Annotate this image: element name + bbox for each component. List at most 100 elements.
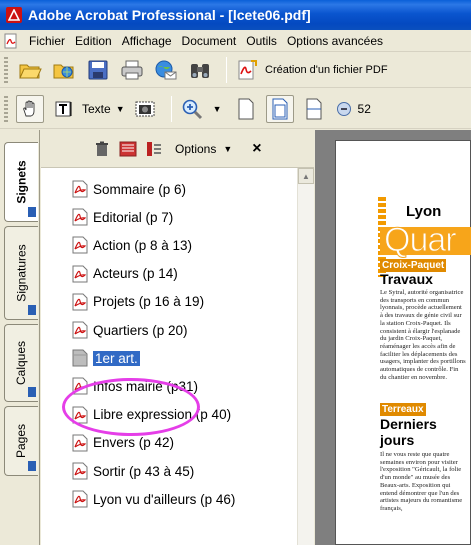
pdf-bookmark-icon bbox=[71, 293, 89, 311]
bookmarks-panel: Options ▼ × Sommaire (p 6) Editorial (p 7… bbox=[41, 130, 314, 545]
save-icon[interactable] bbox=[84, 56, 112, 84]
pdf-page[interactable]: Lyon Quar Croix-Paquet Travaux Le Sytral… bbox=[335, 140, 471, 545]
menu-options-avancees[interactable]: Options avancées bbox=[282, 34, 388, 48]
bookmark-label: Lyon vu d'ailleurs (p 46) bbox=[93, 491, 236, 507]
page-title-small: Lyon bbox=[406, 203, 442, 220]
pdf-bookmark-icon bbox=[71, 321, 89, 339]
bookmark-item[interactable]: Projets (p 16 à 19) bbox=[71, 291, 204, 313]
bookmark-item[interactable]: Sommaire (p 6) bbox=[71, 178, 186, 200]
bookmark-item[interactable]: Action (p 8 à 13) bbox=[71, 234, 192, 256]
bookmark-item[interactable]: Lyon vu d'ailleurs (p 46) bbox=[71, 488, 235, 510]
bookmark-label: Editorial (p 7) bbox=[93, 209, 174, 225]
tab-signets-label: Signets bbox=[14, 160, 29, 204]
texte-label: Texte bbox=[82, 101, 111, 116]
bookmark-item[interactable]: Sortir (p 43 à 45) bbox=[71, 460, 194, 482]
hand-icon bbox=[23, 100, 35, 116]
tools-toolbar: Texte ▼ ▼ 52 bbox=[0, 89, 471, 129]
tab-calques-marker bbox=[28, 387, 36, 397]
pdf-bookmark-icon bbox=[71, 490, 89, 508]
open-folder-icon[interactable] bbox=[16, 56, 44, 84]
file-toolbar: Création d'un fichier PDF bbox=[0, 52, 471, 88]
toolbar-grip[interactable] bbox=[4, 95, 8, 122]
bookmark-label: Quartiers (p 20) bbox=[93, 322, 188, 338]
menu-edition[interactable]: Edition bbox=[70, 34, 117, 48]
menu-outils[interactable]: Outils bbox=[241, 34, 282, 48]
close-icon[interactable]: × bbox=[252, 140, 261, 158]
chevron-down-icon: ▼ bbox=[223, 143, 233, 154]
pdf-bookmark-icon bbox=[71, 462, 89, 480]
toolbar-separator bbox=[226, 56, 227, 83]
tab-signatures[interactable]: Signatures bbox=[4, 226, 38, 320]
chevron-down-icon[interactable]: ▼ bbox=[116, 104, 125, 114]
zoom-dropdown-chevron-icon[interactable]: ▼ bbox=[213, 104, 222, 114]
menu-fichier[interactable]: Fichier bbox=[24, 34, 70, 48]
tab-signets-marker bbox=[28, 207, 36, 217]
bookmark-label: Sortir (p 43 à 45) bbox=[93, 463, 195, 479]
bookmark-label: Action (p 8 à 13) bbox=[93, 237, 193, 253]
create-pdf-icon bbox=[233, 56, 261, 84]
fit-page-icon[interactable] bbox=[265, 94, 294, 123]
folder-web-icon[interactable] bbox=[50, 56, 78, 84]
options-menu-button[interactable]: Options ▼ bbox=[175, 142, 232, 156]
email-icon[interactable] bbox=[152, 56, 180, 84]
scroll-up-arrow-icon[interactable]: ▲ bbox=[298, 168, 314, 184]
tab-signatures-marker bbox=[28, 305, 36, 315]
menu-bar: Fichier Edition Affichage Document Outil… bbox=[0, 30, 471, 52]
article-body-text: Il ne vous reste que quatre semaines env… bbox=[380, 451, 463, 512]
create-pdf-label: Création d'un fichier PDF bbox=[265, 63, 388, 76]
highlight-ellipse bbox=[62, 378, 200, 436]
zoom-in-icon[interactable] bbox=[178, 95, 206, 123]
zoom-value[interactable]: 52 bbox=[358, 102, 371, 116]
single-page-icon[interactable] bbox=[232, 95, 260, 123]
tab-calques[interactable]: Calques bbox=[4, 324, 38, 402]
menu-document[interactable]: Document bbox=[177, 34, 242, 48]
pdf-bookmark-icon bbox=[71, 434, 89, 452]
acrobat-app-icon[interactable] bbox=[6, 7, 22, 23]
binoculars-icon[interactable] bbox=[186, 56, 214, 84]
bookmark-item[interactable]: Editorial (p 7) bbox=[71, 206, 173, 228]
bookmark-label: Envers (p 42) bbox=[93, 435, 175, 451]
bookmark-label: Acteurs (p 14) bbox=[93, 266, 178, 282]
document-pdf-icon[interactable] bbox=[4, 33, 18, 49]
menu-affichage[interactable]: Affichage bbox=[117, 34, 177, 48]
hand-tool-button[interactable] bbox=[16, 94, 44, 123]
print-icon[interactable] bbox=[118, 56, 146, 84]
pdf-bookmark-icon bbox=[71, 265, 89, 283]
tab-pages[interactable]: Pages bbox=[4, 406, 38, 476]
article-heading: Derniers bbox=[380, 416, 437, 432]
tab-pages-marker bbox=[28, 461, 36, 471]
text-select-tool[interactable]: Texte ▼ bbox=[50, 95, 125, 123]
navigation-tabs: Signets Signatures Calques Pages bbox=[0, 130, 40, 545]
new-bookmark-icon[interactable] bbox=[117, 138, 139, 160]
article-body: Il ne vous reste que quatre semaines env… bbox=[380, 451, 466, 513]
trash-icon[interactable] bbox=[91, 138, 113, 160]
expand-bookmark-icon[interactable] bbox=[143, 138, 165, 160]
bookmark-item[interactable]: Acteurs (p 14) bbox=[71, 263, 178, 285]
fit-width-icon[interactable] bbox=[300, 95, 328, 123]
toolbar-grip[interactable] bbox=[4, 56, 8, 83]
tab-signatures-label: Signatures bbox=[14, 244, 29, 302]
bookmark-item[interactable]: Quartiers (p 20) bbox=[71, 319, 188, 341]
title-bar: Adobe Acrobat Professional - [lcete06.pd… bbox=[0, 0, 471, 30]
bookmarks-scrollbar[interactable]: ▲ bbox=[297, 168, 314, 545]
snapshot-icon[interactable] bbox=[131, 95, 159, 123]
bookmark-label: 1er art. bbox=[93, 350, 140, 366]
pdf-bookmark-icon bbox=[71, 236, 89, 254]
bookmark-label: Projets (p 16 à 19) bbox=[93, 294, 205, 310]
zoom-out-icon[interactable] bbox=[334, 95, 354, 123]
tab-pages-label: Pages bbox=[14, 423, 29, 459]
article-body: Le Sytral, autorité organisatrice des tr… bbox=[380, 289, 466, 381]
tab-signets[interactable]: Signets bbox=[4, 142, 38, 222]
section-tag: Terreaux bbox=[380, 403, 426, 416]
article-heading: jours bbox=[380, 432, 415, 448]
text-select-icon bbox=[50, 95, 78, 123]
article-heading: Travaux bbox=[380, 271, 433, 287]
document-view[interactable]: Lyon Quar Croix-Paquet Travaux Le Sytral… bbox=[315, 130, 471, 545]
bookmarks-panel-header: Options ▼ × bbox=[41, 130, 314, 168]
pdf-bookmark-icon bbox=[71, 208, 89, 226]
bookmark-page-icon bbox=[71, 349, 89, 367]
page-title-big: Quar bbox=[384, 221, 458, 260]
bookmark-item[interactable]: 1er art. bbox=[71, 347, 140, 369]
toolbar-separator bbox=[170, 95, 172, 122]
create-pdf-button[interactable]: Création d'un fichier PDF bbox=[233, 56, 388, 84]
